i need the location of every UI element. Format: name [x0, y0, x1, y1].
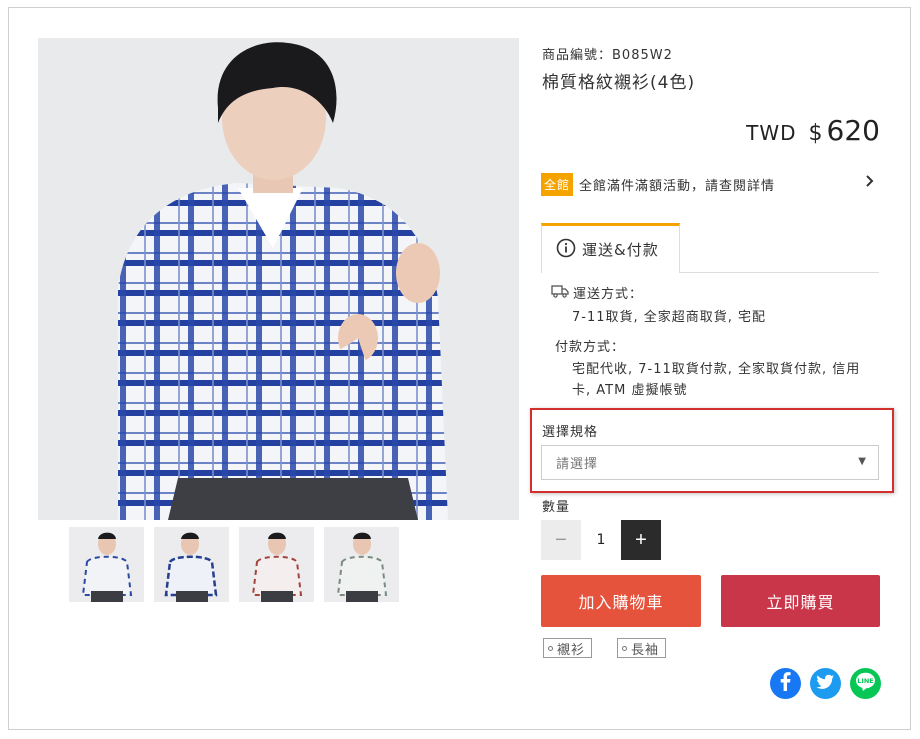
line-icon: LINE	[850, 666, 881, 701]
product-title: 棉質格紋襯衫(4色)	[542, 73, 696, 93]
share-twitter-button[interactable]	[810, 668, 841, 699]
tag-label: 襯衫	[557, 642, 586, 658]
promo-badge: 全館	[541, 172, 574, 196]
caret-down-icon: ▼	[858, 456, 866, 467]
truck-icon	[551, 284, 569, 302]
thumbnail-3[interactable]	[239, 527, 314, 602]
shipping-methods: 7-11取貨, 全家超商取貨, 宅配	[572, 310, 767, 325]
thumbnail-1[interactable]	[69, 527, 144, 602]
tag-hole-icon	[622, 645, 627, 651]
price-symbol: $	[808, 121, 823, 146]
share-line-button[interactable]: LINE	[850, 668, 881, 699]
price-amount: 620	[826, 114, 880, 147]
quantity-decrease-button[interactable]: −	[541, 520, 581, 560]
info-circle-icon	[556, 238, 576, 262]
twitter-icon	[810, 666, 841, 701]
share-facebook-button[interactable]	[770, 668, 801, 699]
line-icon-text: LINE	[857, 677, 873, 685]
spec-select[interactable]: 請選擇 ▼	[541, 445, 879, 480]
chevron-right-icon	[865, 173, 875, 193]
tag-label: 長袖	[631, 642, 660, 658]
product-code: 商品編號：B085W2	[542, 48, 673, 63]
spec-label: 選擇規格	[542, 425, 599, 440]
shipping-heading-label: 運送方式：	[573, 287, 644, 302]
thumbnail-2[interactable]	[154, 527, 229, 602]
promo-banner[interactable]: 全館 全館滿件滿額活動，請查閱詳情	[541, 172, 879, 196]
model-photo	[38, 38, 519, 520]
tag-hole-icon	[548, 645, 553, 651]
buy-now-button[interactable]: 立即購買	[721, 575, 880, 627]
price-currency: TWD	[746, 121, 797, 145]
promo-text: 全館滿件滿額活動，請查閱詳情	[579, 178, 776, 194]
thumbnail-image	[69, 527, 144, 602]
payment-methods: 宅配代收, 7-11取貨付款, 全家取貨付款, 信用卡, ATM 虛擬帳號	[572, 362, 861, 398]
quantity-value[interactable]: 1	[581, 520, 621, 560]
quantity-label: 數量	[542, 500, 571, 515]
add-to-cart-button[interactable]: 加入購物車	[541, 575, 701, 627]
thumbnail-image	[154, 527, 229, 602]
payment-heading: 付款方式：	[555, 340, 626, 355]
quantity-increase-button[interactable]: +	[621, 520, 661, 560]
tag-long-sleeve[interactable]: 長袖	[617, 638, 667, 658]
product-main-image	[38, 38, 519, 520]
tab-label: 運送&付款	[582, 241, 659, 259]
facebook-icon	[770, 666, 801, 701]
product-price: TWD $ 620	[746, 114, 880, 147]
thumbnail-image	[239, 527, 314, 602]
shipping-heading: 運送方式：	[551, 283, 643, 302]
thumbnail-image	[324, 527, 399, 602]
tag-shirt[interactable]: 襯衫	[543, 638, 593, 658]
spec-select-value: 請選擇	[556, 457, 599, 472]
thumbnail-4[interactable]	[324, 527, 399, 602]
tab-shipping-payment[interactable]: 運送&付款	[541, 223, 680, 273]
